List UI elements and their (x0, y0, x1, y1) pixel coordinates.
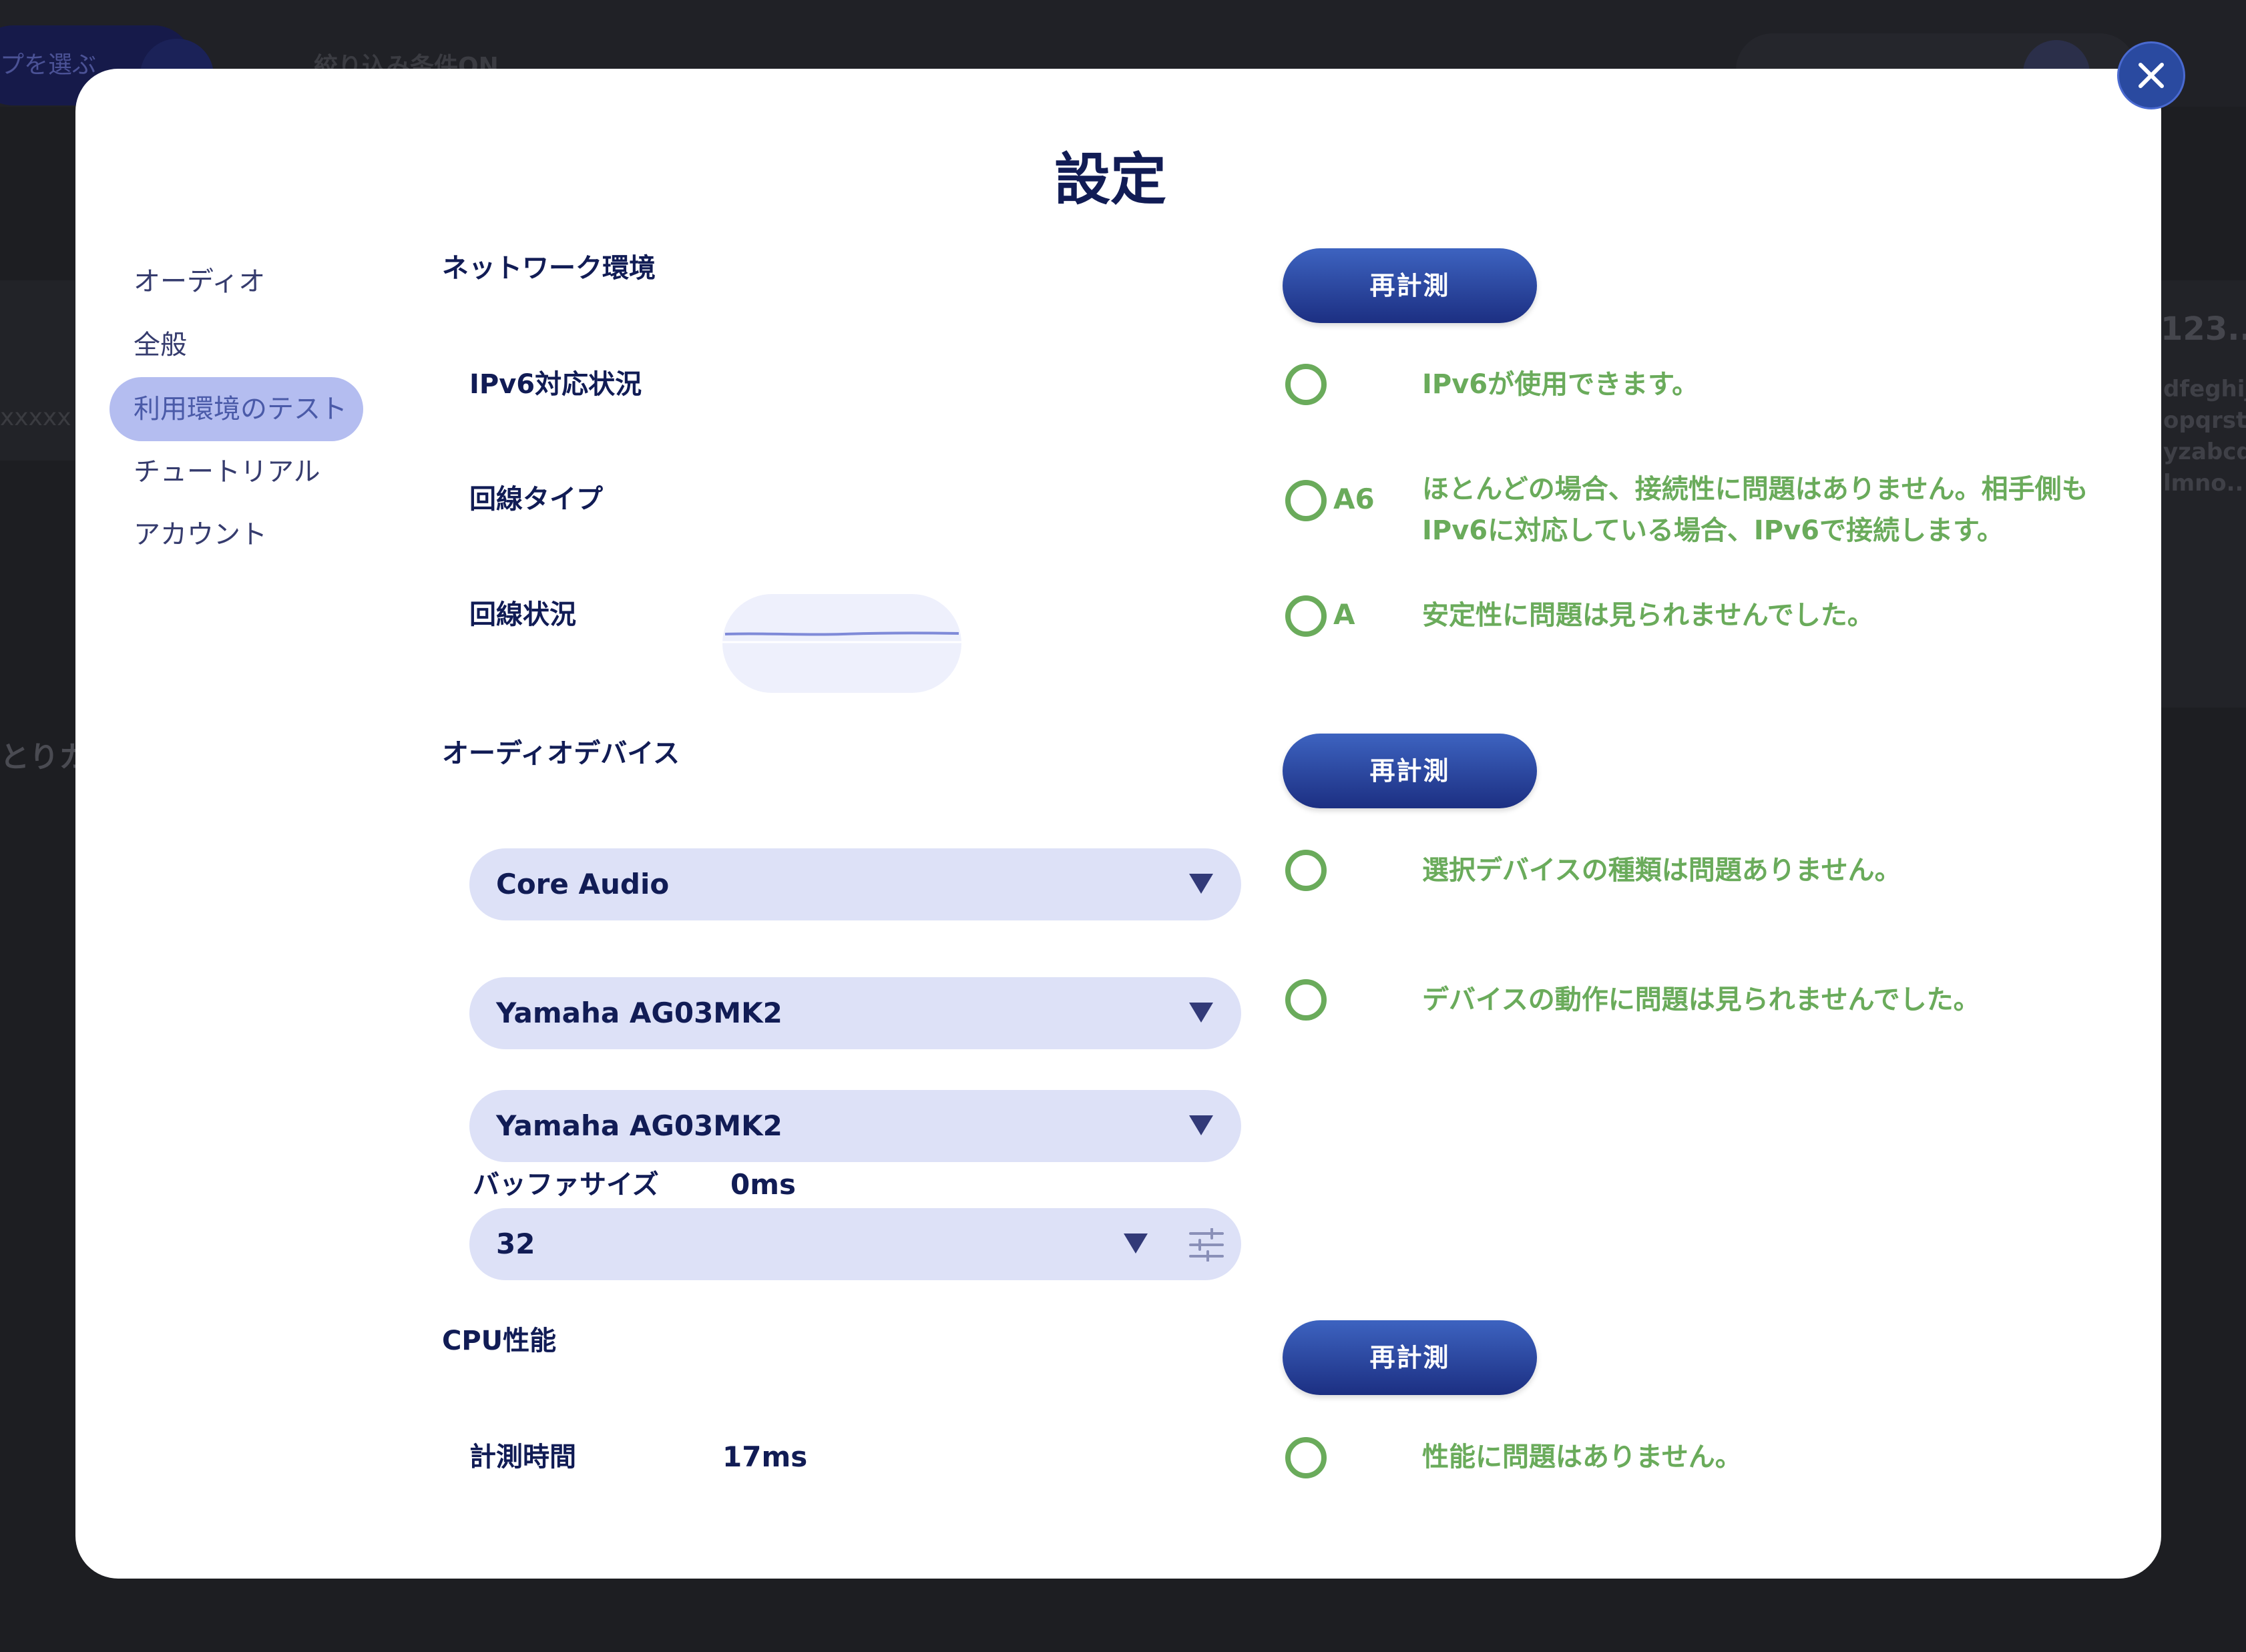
close-icon (2139, 63, 2164, 88)
line-type-grade: A6 (1333, 483, 1375, 515)
dropdown-arrow-icon (1189, 1115, 1213, 1135)
line-status-message: 安定性に問題は見られませんでした。 (1422, 600, 1874, 631)
modal-title: 設定 (1054, 147, 1166, 212)
background-card-right-line: dfeghijk (2163, 376, 2246, 402)
nav-item-environment-test-label: 利用環境のテスト (134, 394, 347, 425)
audio-driver-select[interactable]: Core Audio (469, 848, 1241, 920)
ok-circle-icon (1285, 1437, 1327, 1478)
background-card-left (0, 280, 75, 461)
nav-item-account[interactable]: アカウント (134, 515, 401, 555)
ipv6-status-label: IPv6対応状況 (469, 369, 642, 400)
background-card-right-line: opqrstu (2163, 407, 2246, 434)
cpu-time-label: 計測時間 (469, 1442, 576, 1472)
ok-circle-icon (1285, 364, 1327, 405)
dropdown-arrow-icon (1124, 1233, 1148, 1254)
background-card-left-text: xxxxx (0, 404, 71, 431)
line-status-graph-line (722, 631, 961, 643)
audio-device-section-title: オーディオデバイス (442, 738, 680, 769)
dropdown-arrow-icon (1189, 874, 1213, 894)
cpu-remeasure-button[interactable]: 再計測 (1283, 1320, 1537, 1395)
buffer-size-label: バッファサイズ (473, 1169, 659, 1200)
sliders-icon[interactable] (1188, 1228, 1225, 1262)
device-type-message: 選択デバイスの種類は問題ありません。 (1422, 855, 1901, 886)
input-device-select[interactable]: Yamaha AG03MK2 (469, 977, 1241, 1049)
network-section-title: ネットワーク環境 (442, 253, 656, 284)
nav-item-audio[interactable]: オーディオ (134, 262, 401, 302)
close-button[interactable] (2117, 41, 2185, 109)
background-card-right-title: 123... (2161, 310, 2246, 348)
line-status-graph (722, 594, 961, 693)
audio-driver-select-value: Core Audio (496, 868, 670, 900)
line-status-label: 回線状況 (469, 599, 576, 630)
background-pill-label: プを選ぶ (0, 51, 97, 79)
buffer-latency-value: 0ms (730, 1168, 796, 1201)
ok-circle-icon (1285, 595, 1327, 637)
line-status-grade: A (1333, 598, 1355, 631)
buffer-size-select[interactable]: 32 (469, 1208, 1241, 1280)
background-card-right-line: yzabcd (2163, 439, 2246, 465)
audio-remeasure-button[interactable]: 再計測 (1283, 734, 1537, 808)
output-device-select[interactable]: Yamaha AG03MK2 (469, 1090, 1241, 1162)
ipv6-status-message: IPv6が使用できます。 (1422, 369, 1699, 400)
ok-circle-icon (1285, 480, 1327, 521)
dropdown-arrow-icon (1189, 1003, 1213, 1023)
output-device-select-value: Yamaha AG03MK2 (496, 1109, 782, 1142)
cpu-message: 性能に問題はありません。 (1422, 1442, 1742, 1472)
input-device-select-value: Yamaha AG03MK2 (496, 997, 782, 1029)
buffer-size-select-value: 32 (496, 1227, 535, 1260)
ok-circle-icon (1285, 850, 1327, 891)
network-remeasure-button[interactable]: 再計測 (1283, 248, 1537, 323)
line-type-message: ほとんどの場合、接続性に問題はありません。相手側もIPv6に対応している場合、I… (1422, 474, 2088, 546)
device-operation-message: デバイスの動作に問題は見られませんでした。 (1422, 985, 1980, 1015)
ok-circle-icon (1285, 979, 1327, 1021)
background-card-right-line: lmno... (2163, 470, 2246, 497)
cpu-section-title: CPU性能 (442, 1326, 557, 1356)
nav-item-tutorial[interactable]: チュートリアル (134, 452, 401, 492)
cpu-time-value: 17ms (722, 1440, 808, 1473)
line-type-label: 回線タイプ (469, 484, 603, 515)
nav-item-general[interactable]: 全般 (134, 325, 401, 365)
